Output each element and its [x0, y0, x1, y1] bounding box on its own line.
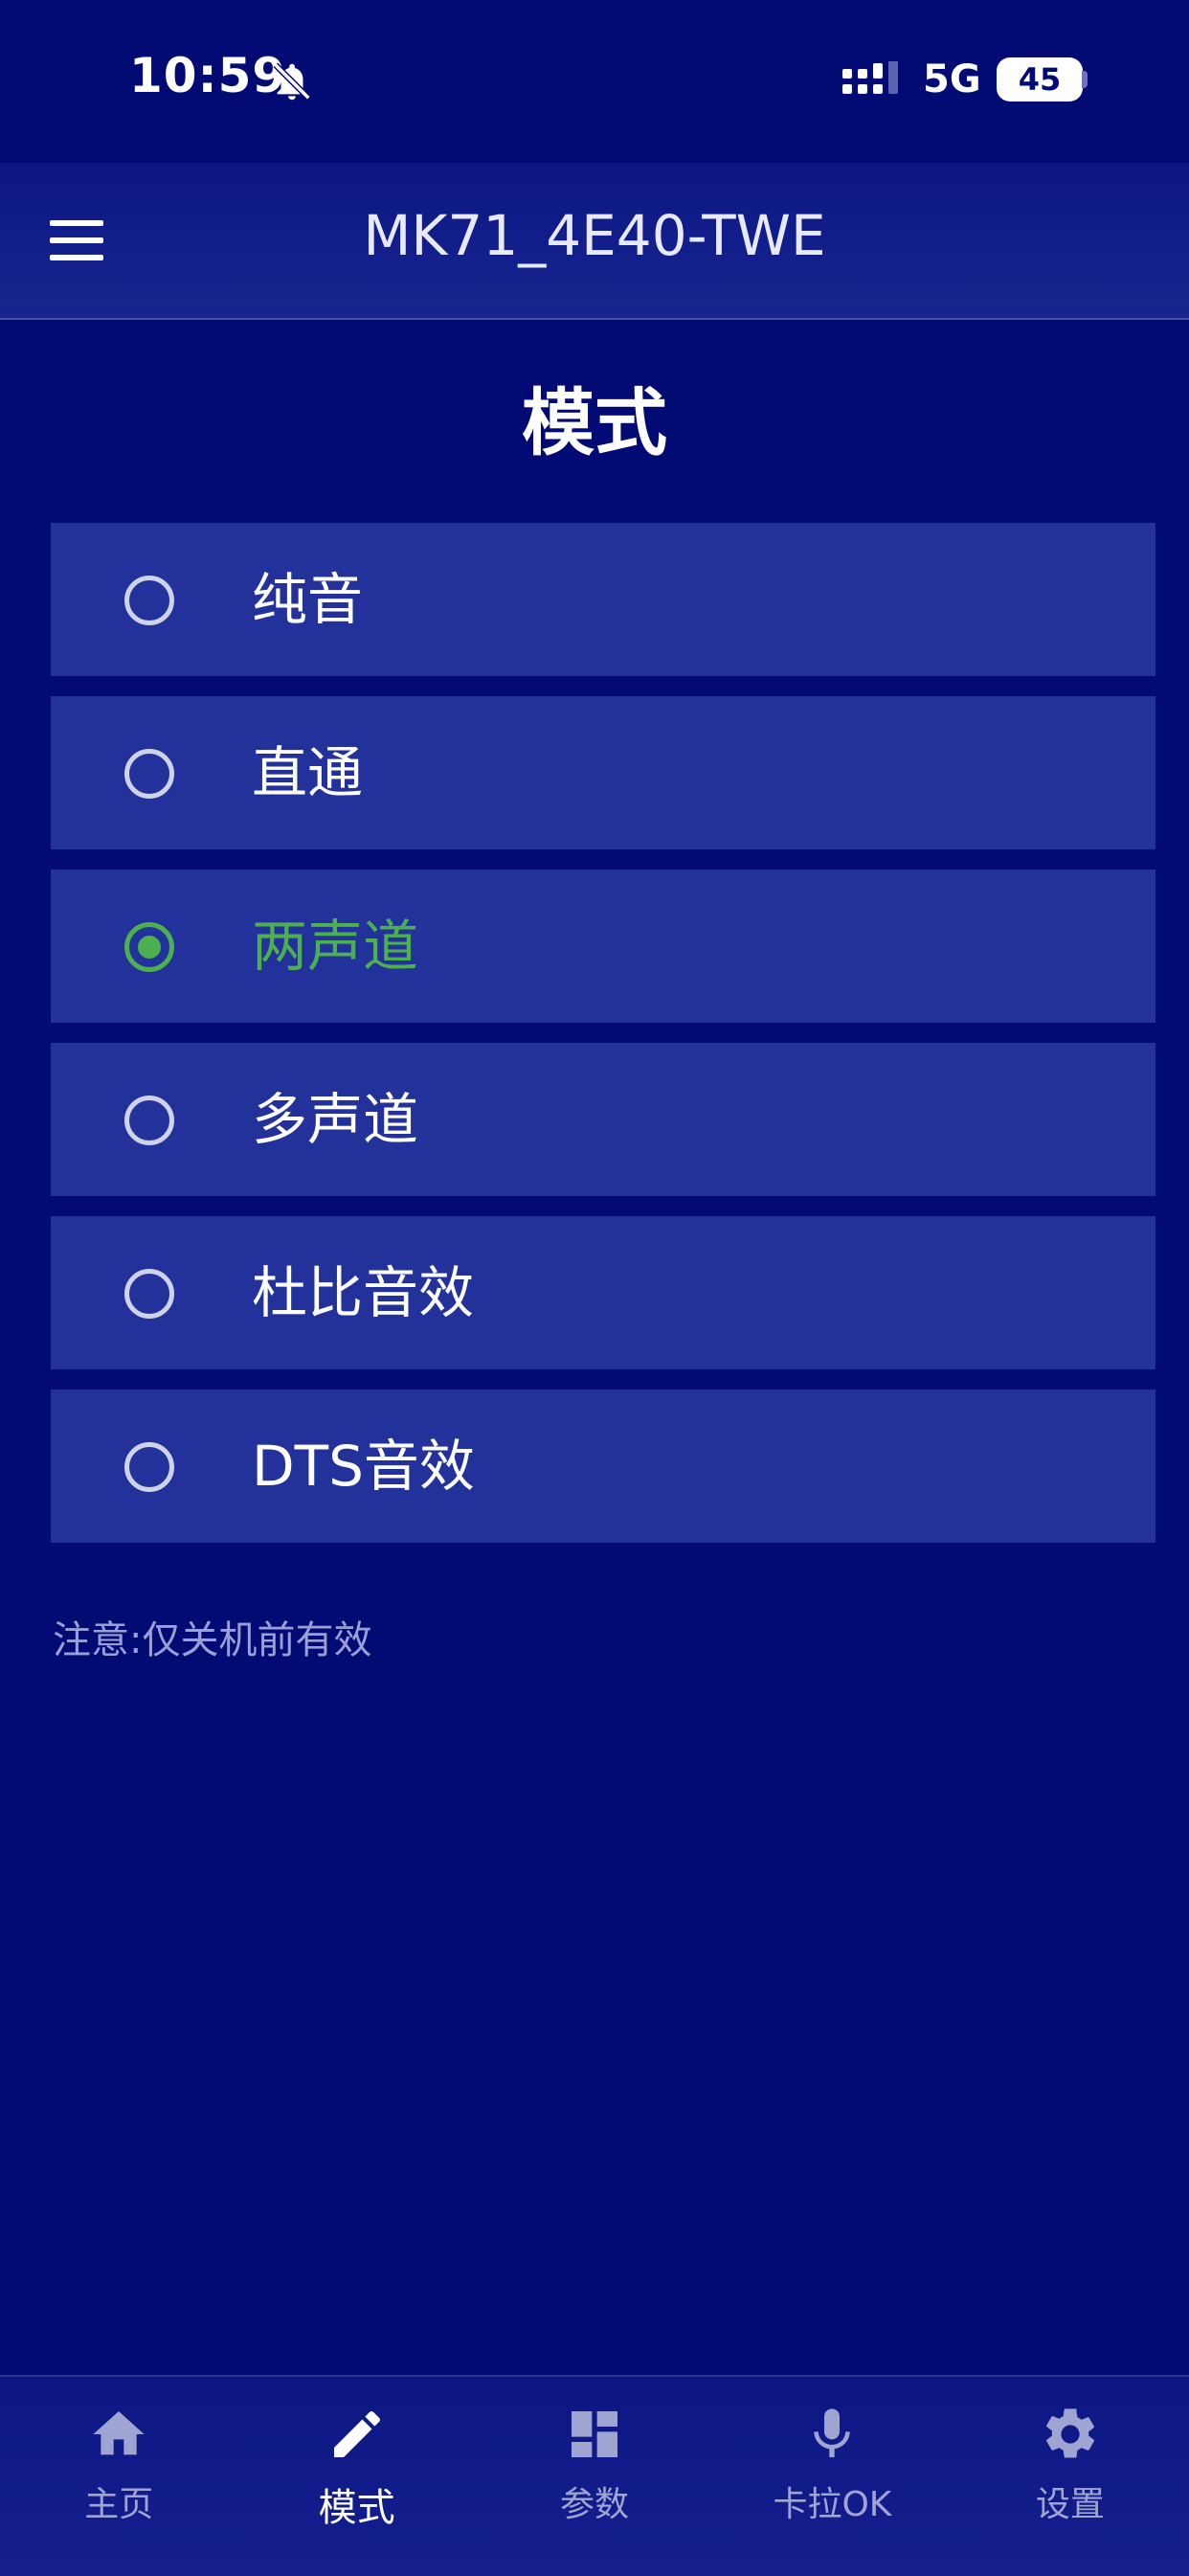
page-title: 模式	[522, 380, 667, 465]
bottom-nav: 主页 模式 参数 卡拉OK 设置	[0, 2375, 1189, 2576]
battery-icon: 45	[997, 57, 1083, 102]
mode-item-multichannel[interactable]: 多声道	[51, 1043, 1155, 1196]
gear-icon	[1045, 2408, 1094, 2458]
mode-item-dts[interactable]: DTS音效	[51, 1390, 1155, 1543]
microphone-icon	[814, 2408, 851, 2457]
mode-item-dolby[interactable]: 杜比音效	[51, 1216, 1155, 1369]
status-time: 10:59	[129, 48, 287, 103]
nav-item-karaoke[interactable]: 卡拉OK	[713, 2377, 951, 2576]
network-label: 5G	[923, 57, 981, 102]
status-bar: 10:59 5G 45	[0, 0, 1189, 163]
dashboard-icon	[572, 2411, 618, 2457]
nav-label: 设置	[1035, 2485, 1105, 2524]
radio-unchecked-icon[interactable]	[124, 1442, 174, 1492]
note-text: 注意:仅关机前有效	[53, 1618, 372, 1662]
battery-level: 45	[1018, 61, 1062, 98]
nav-label: 卡拉OK	[773, 2485, 892, 2524]
app-header: MK71_4E40-TWE	[0, 163, 1189, 320]
mode-item-pure[interactable]: 纯音	[51, 523, 1155, 676]
mode-label-selected: 两声道	[252, 914, 419, 979]
radio-unchecked-icon[interactable]	[124, 576, 174, 625]
nav-label: 模式	[318, 2486, 395, 2530]
mode-list: 纯音 直通 两声道 多声道 杜比音效 DTS音效	[51, 523, 1155, 1563]
radio-checked-icon[interactable]	[124, 922, 174, 972]
mode-label: 杜比音效	[252, 1260, 475, 1325]
nav-item-home[interactable]: 主页	[0, 2377, 237, 2576]
signal-icon	[842, 61, 898, 94]
nav-item-mode[interactable]: 模式	[237, 2377, 475, 2576]
mode-label: 多声道	[252, 1087, 419, 1152]
nav-label: 主页	[84, 2485, 154, 2524]
mode-item-stereo[interactable]: 两声道	[51, 870, 1155, 1023]
mode-label: DTS音效	[252, 1434, 475, 1499]
radio-unchecked-icon[interactable]	[124, 1269, 174, 1319]
radio-unchecked-icon[interactable]	[124, 1096, 174, 1145]
battery-tip	[1082, 71, 1088, 88]
mode-label: 纯音	[252, 567, 364, 632]
radio-unchecked-icon[interactable]	[124, 749, 174, 799]
device-title: MK71_4E40-TWE	[363, 203, 826, 268]
home-icon	[93, 2411, 145, 2455]
mode-label: 直通	[252, 740, 364, 805]
nav-item-params[interactable]: 参数	[476, 2377, 713, 2576]
bell-muted-icon	[273, 62, 311, 101]
nav-label: 参数	[560, 2485, 630, 2524]
pencil-icon	[333, 2410, 380, 2457]
nav-item-settings[interactable]: 设置	[952, 2377, 1189, 2576]
mode-item-direct[interactable]: 直通	[51, 696, 1155, 849]
